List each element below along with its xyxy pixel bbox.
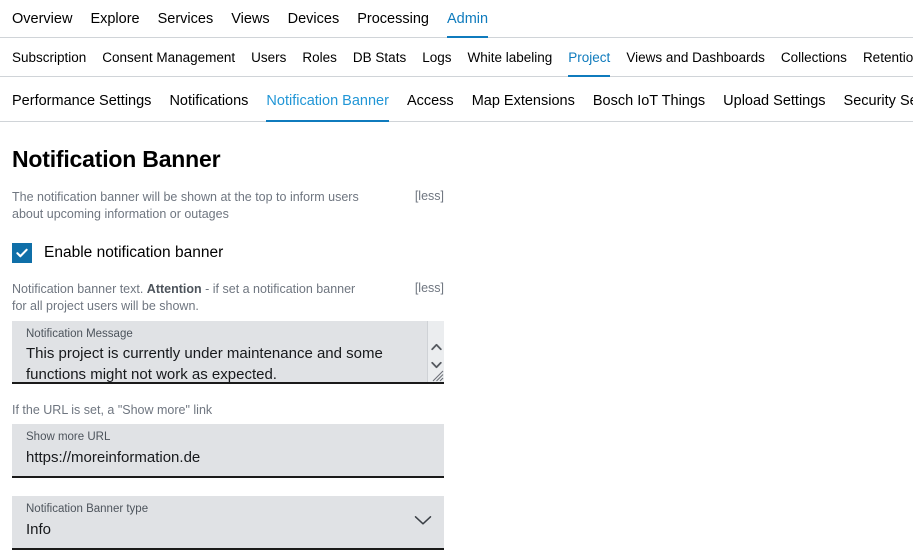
- banner-text-hint-row: Notification banner text. Attention - if…: [12, 281, 444, 315]
- banner-hint-prefix: Notification banner text.: [12, 282, 147, 296]
- notification-banner-type-value[interactable]: Info: [12, 517, 444, 548]
- nav-item-users[interactable]: Users: [243, 51, 294, 77]
- tab-security-settings[interactable]: Security Settings: [835, 94, 913, 122]
- settings-tabs: Performance Settings Notifications Notif…: [0, 77, 913, 122]
- nav-item-logs[interactable]: Logs: [414, 51, 459, 77]
- notification-banner-type-select[interactable]: Notification Banner type Info: [12, 496, 444, 550]
- nav-item-services[interactable]: Services: [149, 12, 223, 38]
- nav-item-retention[interactable]: Retention: [855, 51, 913, 77]
- banner-text-hint: Notification banner text. Attention - if…: [12, 281, 372, 315]
- nav-item-processing[interactable]: Processing: [348, 12, 438, 38]
- nav-item-white-labeling[interactable]: White labeling: [459, 51, 560, 77]
- show-more-url-label: Show more URL: [12, 424, 444, 445]
- notification-banner-form: Notification Banner The notification ban…: [0, 122, 456, 560]
- notification-message-label: Notification Message: [12, 321, 444, 342]
- notification-message-field[interactable]: Notification Message This project is cur…: [12, 321, 444, 384]
- nav-item-project[interactable]: Project: [560, 51, 618, 77]
- banner-text-less-link[interactable]: [less]: [415, 281, 444, 295]
- tab-notification-banner[interactable]: Notification Banner: [257, 94, 398, 122]
- nav-item-roles[interactable]: Roles: [294, 51, 345, 77]
- tab-bosch-iot-things[interactable]: Bosch IoT Things: [584, 94, 714, 122]
- description-less-link[interactable]: [less]: [415, 189, 444, 203]
- nav-item-subscription[interactable]: Subscription: [12, 51, 94, 77]
- spacer-2: [12, 478, 444, 496]
- notification-message-value[interactable]: This project is currently under maintena…: [12, 341, 444, 393]
- description-line-2: upcoming information or outages: [47, 207, 229, 221]
- enable-notification-banner-label[interactable]: Enable notification banner: [44, 244, 223, 262]
- tab-map-extensions[interactable]: Map Extensions: [463, 94, 584, 122]
- nav-item-views[interactable]: Views: [222, 12, 278, 38]
- primary-navigation: Overview Explore Services Views Devices …: [0, 0, 913, 38]
- nav-item-views-and-dashboards[interactable]: Views and Dashboards: [618, 51, 773, 77]
- enable-notification-banner-row[interactable]: Enable notification banner: [12, 243, 444, 263]
- nav-item-consent-management[interactable]: Consent Management: [94, 51, 243, 77]
- show-more-url-field[interactable]: Show more URL https://moreinformation.de: [12, 424, 444, 478]
- resize-handle-icon[interactable]: [430, 368, 444, 382]
- nav-item-devices[interactable]: Devices: [279, 12, 349, 38]
- nav-item-explore[interactable]: Explore: [81, 12, 148, 38]
- chevron-down-icon[interactable]: [414, 513, 432, 531]
- secondary-navigation: Subscription Consent Management Users Ro…: [0, 38, 913, 77]
- checkbox-checked-icon[interactable]: [12, 243, 32, 263]
- nav-item-db-stats[interactable]: DB Stats: [345, 51, 414, 77]
- tab-performance-settings[interactable]: Performance Settings: [12, 94, 160, 122]
- nav-item-overview[interactable]: Overview: [12, 12, 81, 38]
- description-text: The notification banner will be shown at…: [12, 189, 372, 223]
- notification-banner-type-label: Notification Banner type: [12, 496, 444, 517]
- tab-upload-settings[interactable]: Upload Settings: [714, 94, 834, 122]
- banner-hint-attention: Attention: [147, 282, 202, 296]
- nav-item-collections[interactable]: Collections: [773, 51, 855, 77]
- tab-notifications[interactable]: Notifications: [160, 94, 257, 122]
- show-more-url-value[interactable]: https://moreinformation.de: [12, 445, 444, 476]
- tab-access[interactable]: Access: [398, 94, 463, 122]
- scroll-up-icon[interactable]: [428, 338, 445, 356]
- nav-item-admin[interactable]: Admin: [438, 12, 497, 38]
- page-title: Notification Banner: [12, 146, 444, 173]
- url-hint: If the URL is set, a "Show more" link: [12, 402, 372, 419]
- description-row: The notification banner will be shown at…: [12, 189, 444, 223]
